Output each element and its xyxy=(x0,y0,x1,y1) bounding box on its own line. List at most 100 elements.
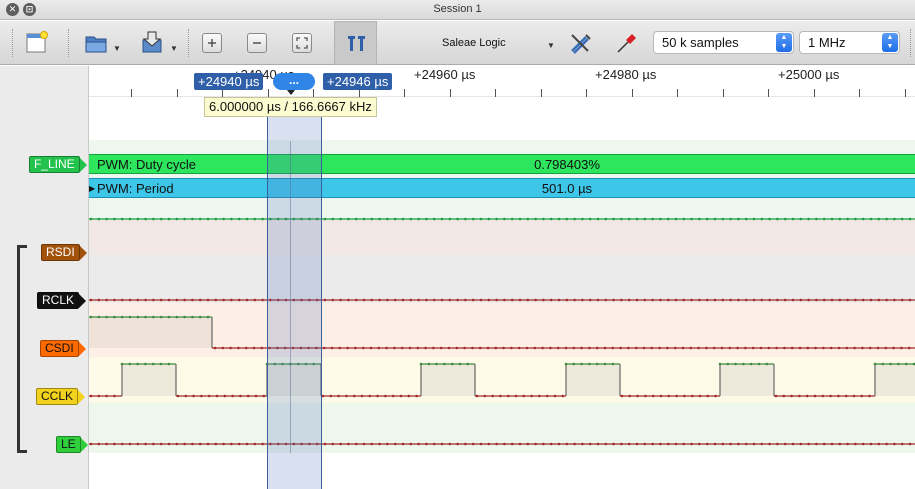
open-dropdown-arrow-icon[interactable]: ▼ xyxy=(113,44,121,53)
sample-dot xyxy=(783,346,786,350)
sample-dot xyxy=(798,394,801,398)
sample-dot xyxy=(861,298,865,302)
save-export-icon xyxy=(142,31,162,53)
sample-dot xyxy=(503,217,506,221)
channel-label-rsdi[interactable]: RSDI xyxy=(41,244,87,261)
zoom-out-button[interactable] xyxy=(247,33,267,53)
sample-dot xyxy=(214,298,218,302)
sample-dot xyxy=(713,298,717,302)
sample-count-stepper-icon[interactable]: ▲ ▼ xyxy=(776,33,792,52)
trigger-button[interactable] xyxy=(614,31,640,55)
sample-dot xyxy=(627,442,631,446)
sample-rate-stepper-icon[interactable]: ▲ ▼ xyxy=(882,33,898,52)
sample-dot xyxy=(690,394,694,398)
sample-dot xyxy=(198,217,202,221)
sample-dot xyxy=(897,362,900,366)
sample-dot xyxy=(347,298,350,302)
sample-dot xyxy=(120,362,124,366)
sample-dot xyxy=(401,442,405,446)
sample-dot xyxy=(744,346,747,350)
sample-dot xyxy=(604,442,608,446)
sample-dot xyxy=(253,298,257,302)
sample-dot xyxy=(815,298,818,302)
sample-dot xyxy=(152,442,155,446)
sample-dot xyxy=(752,217,756,221)
sample-dot xyxy=(471,442,475,446)
device-dropdown-arrow-icon[interactable]: ▼ xyxy=(547,41,555,50)
sample-dot xyxy=(370,217,374,221)
cursor-tool-button[interactable] xyxy=(334,21,377,65)
sample-dot xyxy=(698,298,701,302)
sample-dot xyxy=(191,442,194,446)
waveform-area[interactable]: PWM: Duty cycle 0.798403% ▶ PWM: Period … xyxy=(89,97,915,489)
sample-dot xyxy=(876,346,880,350)
sample-dot xyxy=(643,217,647,221)
sample-dot xyxy=(361,346,365,350)
sample-dot xyxy=(774,394,778,398)
right-timing-marker[interactable]: +24946 µs xyxy=(323,73,393,90)
sample-dot xyxy=(464,442,467,446)
sample-dot xyxy=(136,217,140,221)
sample-dot xyxy=(534,442,537,446)
sample-dot xyxy=(245,298,249,302)
zoom-in-button[interactable] xyxy=(202,33,222,53)
sample-dot xyxy=(152,315,155,319)
sample-dot xyxy=(237,217,241,221)
sample-dot xyxy=(838,298,842,302)
time-selection-region[interactable] xyxy=(267,97,322,489)
device-options-button[interactable] xyxy=(568,31,594,55)
sample-dot xyxy=(246,394,250,398)
new-session-button[interactable] xyxy=(24,30,48,56)
left-timing-marker[interactable]: +24940 µs xyxy=(194,73,264,90)
sample-dot xyxy=(183,298,186,302)
save-dropdown-arrow-icon[interactable]: ▼ xyxy=(170,44,178,53)
sample-dot xyxy=(213,346,217,350)
sample-count-select[interactable]: 50 k samples ▲ ▼ xyxy=(653,31,794,54)
sample-dot xyxy=(838,442,842,446)
sample-dot xyxy=(206,217,210,221)
sample-dot xyxy=(658,346,661,350)
sample-dot xyxy=(393,442,397,446)
toolbar-separator xyxy=(188,29,189,57)
sample-dot xyxy=(89,394,93,398)
marker-options-pill[interactable]: ... xyxy=(273,73,315,90)
sample-dot xyxy=(799,298,803,302)
sample-dot xyxy=(339,442,342,446)
sample-dot xyxy=(620,217,623,221)
measurement-tooltip: 6.000000 µs / 166.6667 kHz xyxy=(204,97,377,117)
sample-dot xyxy=(206,315,210,319)
sample-dot xyxy=(868,346,872,350)
channel-label-f-line[interactable]: F_LINE xyxy=(29,156,87,173)
sample-dot xyxy=(580,362,583,366)
save-button[interactable] xyxy=(140,30,166,56)
sample-dot xyxy=(861,217,865,221)
sample-dot xyxy=(877,442,881,446)
sample-dot xyxy=(549,346,552,350)
sample-dot xyxy=(659,442,662,446)
sample-dot xyxy=(378,298,381,302)
sample-dot xyxy=(612,217,615,221)
sample-dot xyxy=(666,346,669,350)
sample-dot xyxy=(635,442,639,446)
sample-rate-select[interactable]: 1 MHz ▲ ▼ xyxy=(799,31,900,54)
sample-dot xyxy=(604,298,608,302)
channel-label-le[interactable]: LE xyxy=(56,436,88,453)
sample-dot xyxy=(214,442,218,446)
sample-dot xyxy=(136,362,139,366)
sample-dot xyxy=(514,394,518,398)
channel-label-rclk[interactable]: RCLK xyxy=(37,292,87,309)
sample-count-value: 50 k samples xyxy=(662,35,739,50)
sample-dot xyxy=(651,394,655,398)
zoom-fit-button[interactable] xyxy=(292,33,312,53)
sample-dot xyxy=(486,346,490,350)
sample-dot xyxy=(900,217,904,221)
sample-dot xyxy=(860,394,864,398)
sample-dot xyxy=(682,298,686,302)
device-label[interactable]: Saleae Logic xyxy=(442,37,506,51)
sample-dot xyxy=(89,315,93,319)
channel-label-csdi[interactable]: CSDI xyxy=(40,340,86,357)
open-button[interactable] xyxy=(84,30,108,56)
sample-dot xyxy=(628,394,632,398)
channel-label-cclk[interactable]: CCLK xyxy=(36,388,86,405)
sample-dot xyxy=(167,362,171,366)
